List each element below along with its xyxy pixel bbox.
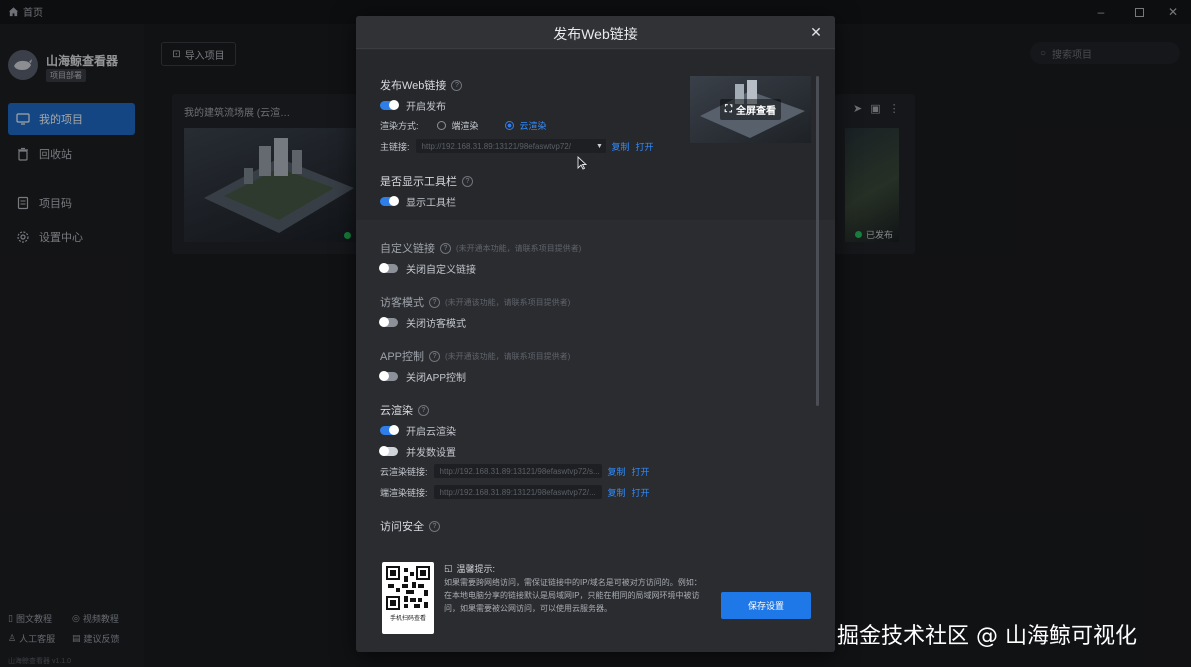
- custom-link-hint: (未开通本功能，请联系项目提供者): [456, 243, 582, 253]
- fullscreen-label: 全屏查看: [736, 106, 776, 117]
- cloud-render-toggle[interactable]: [380, 425, 399, 435]
- edge-link-label: 端渲染链接:: [380, 487, 428, 498]
- help-icon[interactable]: ?: [429, 520, 440, 532]
- qr-code-icon: [386, 566, 430, 610]
- publish-title-text: 发布Web链接: [380, 80, 447, 92]
- edge-link-row: 端渲染链接: http://192.168.31.89:13121/98efas…: [380, 485, 650, 499]
- guest-mode-hint: (未开通该功能，请联系项目提供者): [445, 297, 571, 307]
- qr-caption: 手机扫码查看: [389, 616, 426, 622]
- app-control-section-title: APP控制 ? (未开通该功能，请联系项目提供者): [380, 348, 570, 364]
- toolbar-section-title: 是否显示工具栏 ?: [380, 173, 473, 189]
- help-icon[interactable]: ?: [418, 404, 429, 416]
- cloud-link-label: 云渲染链接:: [380, 466, 428, 477]
- custom-link-toggle-label: 关闭自定义链接: [406, 265, 476, 276]
- publish-toggle[interactable]: [380, 100, 399, 110]
- dialog-title: 发布Web链接: [553, 26, 638, 42]
- app-control-toggle[interactable]: [379, 371, 398, 381]
- radio-edge-render-label: 端渲染: [451, 121, 479, 131]
- app-control-toggle-label: 关闭APP控制: [406, 373, 467, 384]
- toolbar-toggle-row: 显示工具栏: [380, 194, 456, 209]
- toolbar-title-text: 是否显示工具栏: [380, 176, 457, 188]
- radio-edge-render[interactable]: [436, 121, 446, 130]
- tip-title-text: 温馨提示:: [456, 564, 496, 574]
- open-main-link[interactable]: 打开: [636, 140, 654, 153]
- concurrency-toggle[interactable]: [379, 446, 398, 456]
- toolbar-toggle[interactable]: [380, 196, 399, 206]
- main-link-row: 主链接: http://192.168.31.89:13121/98efaswt…: [380, 139, 654, 153]
- tip-title: ◱ 温馨提示:: [444, 562, 495, 575]
- help-icon[interactable]: ?: [429, 350, 441, 362]
- cloud-render-section-title: 云渲染 ?: [380, 402, 429, 418]
- mouse-cursor-icon: [577, 156, 587, 170]
- access-security-title-text: 访问安全: [380, 521, 424, 533]
- cloud-render-toggle-row: 开启云渲染: [380, 423, 456, 438]
- main-link-field[interactable]: http://192.168.31.89:13121/98efaswtvp72/: [415, 139, 594, 153]
- render-mode-row: 渲染方式: 端渲染 云渲染: [380, 119, 547, 132]
- help-icon[interactable]: ?: [440, 242, 451, 254]
- cloud-render-title-text: 云渲染: [380, 405, 413, 417]
- help-icon[interactable]: ?: [451, 79, 463, 91]
- app-control-hint: (未开通该功能，请联系项目提供者): [445, 351, 571, 361]
- save-settings-button[interactable]: 保存设置: [721, 592, 811, 619]
- edge-link-field[interactable]: http://192.168.31.89:13121/98efaswtvp72/…: [433, 485, 602, 499]
- watermark: 掘金技术社区 @ 山海鲸可视化: [837, 624, 1137, 649]
- help-icon[interactable]: ?: [429, 296, 440, 308]
- concurrency-toggle-label: 并发数设置: [406, 448, 456, 459]
- dialog-header: 发布Web链接 ✕: [356, 16, 835, 49]
- guest-mode-title-text: 访客模式: [380, 297, 424, 309]
- copy-edge-link[interactable]: 复制: [608, 486, 626, 499]
- preview-thumbnail[interactable]: ⛶ 全屏查看: [690, 76, 811, 143]
- copy-cloud-link[interactable]: 复制: [608, 465, 626, 478]
- help-icon[interactable]: ?: [462, 175, 473, 187]
- concurrency-toggle-row: 并发数设置: [379, 444, 456, 459]
- access-security-section-title: 访问安全 ?: [380, 518, 440, 534]
- app-control-title-text: APP控制: [380, 351, 425, 363]
- custom-link-section-title: 自定义链接 ? (未开通本功能，请联系项目提供者): [380, 240, 581, 256]
- radio-cloud-render-label: 云渲染: [519, 121, 547, 131]
- copy-main-link[interactable]: 复制: [612, 140, 630, 153]
- cloud-link-value: http://192.168.31.89:13121/98efaswtvp72/…: [439, 466, 600, 476]
- guest-mode-toggle-label: 关闭访客模式: [406, 319, 466, 330]
- main-link-value: http://192.168.31.89:13121/98efaswtvp72/: [421, 141, 571, 151]
- guest-mode-toggle-row: 关闭访客模式: [379, 315, 466, 330]
- open-cloud-link[interactable]: 打开: [632, 465, 650, 478]
- close-icon[interactable]: ✕: [807, 23, 825, 41]
- message-icon: ◱: [444, 563, 453, 573]
- cloud-link-row: 云渲染链接: http://192.168.31.89:13121/98efas…: [380, 464, 650, 478]
- toolbar-toggle-label: 显示工具栏: [406, 198, 456, 209]
- publish-toggle-label: 开启发布: [406, 102, 446, 113]
- dialog-scrollbar[interactable]: [816, 76, 819, 406]
- guest-mode-toggle[interactable]: [379, 317, 398, 327]
- publish-section-title: 发布Web链接 ?: [380, 77, 463, 93]
- publish-toggle-row: 开启发布: [380, 98, 446, 113]
- qr-code: 手机扫码查看: [382, 562, 434, 634]
- custom-link-toggle-row: 关闭自定义链接: [379, 261, 476, 276]
- cloud-render-toggle-label: 开启云渲染: [406, 427, 456, 438]
- fullscreen-button[interactable]: ⛶ 全屏查看: [720, 99, 781, 120]
- radio-cloud-render[interactable]: [504, 121, 514, 130]
- render-mode-label: 渲染方式:: [380, 121, 419, 131]
- publish-web-link-dialog: 发布Web链接 ✕ 发布Web链接 ? 开启发布 渲染方式: 端渲染 云渲染 主…: [356, 16, 835, 652]
- tip-text: 如果需要跨网络访问，需保证链接中的IP/域名是可被对方访问的。例如：在本地电脑分…: [444, 578, 702, 613]
- custom-link-title-text: 自定义链接: [380, 243, 435, 255]
- open-edge-link[interactable]: 打开: [632, 486, 650, 499]
- main-link-label: 主链接:: [380, 141, 410, 152]
- edge-link-value: http://192.168.31.89:13121/98efaswtvp72/…: [439, 487, 596, 497]
- app-control-toggle-row: 关闭APP控制: [379, 369, 467, 384]
- cloud-link-field[interactable]: http://192.168.31.89:13121/98efaswtvp72/…: [433, 464, 602, 478]
- chevron-down-icon[interactable]: ▼: [593, 139, 606, 153]
- guest-mode-section-title: 访客模式 ? (未开通该功能，请联系项目提供者): [380, 294, 570, 310]
- fullscreen-icon: ⛶: [725, 104, 732, 115]
- custom-link-toggle[interactable]: [379, 263, 398, 273]
